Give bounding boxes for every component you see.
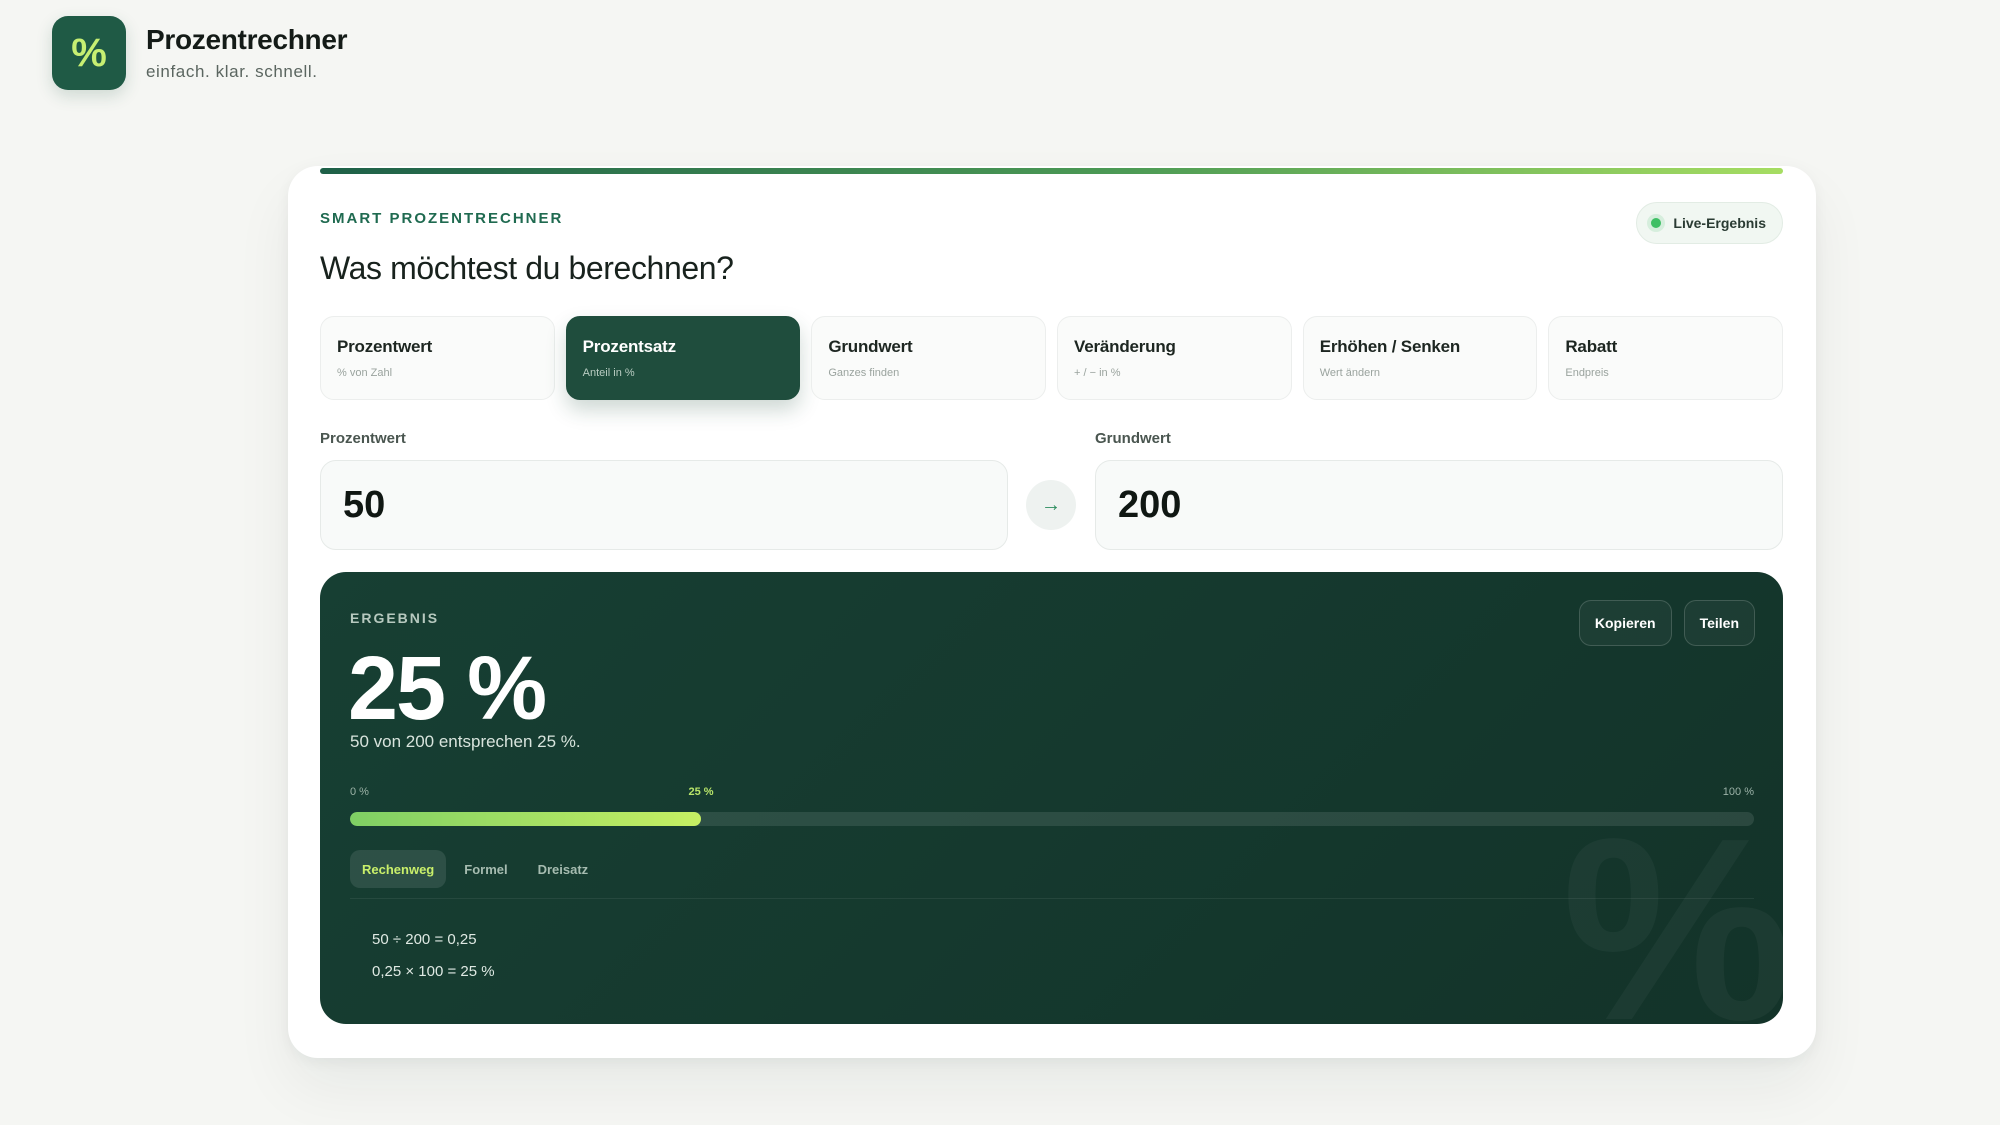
tab-rabatt[interactable]: Rabatt Endpreis xyxy=(1548,316,1784,400)
tab-prozentsatz[interactable]: Prozentsatz Anteil in % xyxy=(565,316,801,400)
app-header: % Prozentrechner einfach. klar. schnell. xyxy=(52,16,348,90)
tab-rechenweg[interactable]: Rechenweg xyxy=(350,850,447,888)
grundwert-input[interactable]: 200 xyxy=(1095,460,1783,550)
percent-logo-icon: % xyxy=(52,16,126,90)
calculation-steps: 50 ÷ 200 = 0,25 0,25 × 100 = 25 % xyxy=(372,924,495,988)
result-eyebrow: ERGEBNIS xyxy=(350,610,440,626)
card-heading: Was möchtest du berechnen? xyxy=(320,250,734,286)
app-title: Prozentrechner xyxy=(146,24,348,55)
calculation-step: 50 ÷ 200 = 0,25 xyxy=(372,931,477,948)
tab-prozentwert[interactable]: Prozentwert % von Zahl xyxy=(320,316,555,400)
tab-label: Prozentwert xyxy=(337,337,433,356)
scale-current-label: 25 % xyxy=(688,786,714,798)
accent-bar xyxy=(320,168,1783,174)
divider xyxy=(350,898,1754,899)
result-value: 25 % xyxy=(348,639,547,739)
live-dot-icon xyxy=(1651,218,1662,228)
live-result-badge: Live-Ergebnis xyxy=(1636,202,1783,244)
scale-end-label: 100 % xyxy=(1722,786,1754,798)
tab-veraenderung[interactable]: Veränderung + / − in % xyxy=(1057,316,1292,400)
tab-grundwert[interactable]: Grundwert Ganzes finden xyxy=(811,316,1047,400)
tab-sublabel: + / − in % xyxy=(1074,367,1121,379)
tab-label: Prozentsatz xyxy=(582,337,676,356)
progress-fill xyxy=(350,812,701,826)
tab-label: Rabatt xyxy=(1565,337,1618,356)
tab-label: Veränderung xyxy=(1074,337,1176,356)
tab-label: Grundwert xyxy=(828,337,913,356)
result-actions: Kopieren Teilen xyxy=(1578,600,1755,646)
scale-start-label: 0 % xyxy=(350,786,369,798)
app-subtitle: einfach. klar. schnell. xyxy=(146,62,318,81)
result-sentence: 50 von 200 entsprechen 25 %. xyxy=(350,732,581,751)
card-eyebrow: SMART PROZENTRECHNER xyxy=(320,210,564,227)
live-badge-label: Live-Ergebnis xyxy=(1673,215,1766,231)
explanation-tabs: Rechenweg Formel Dreisatz xyxy=(350,850,600,888)
copy-button[interactable]: Kopieren xyxy=(1578,600,1672,646)
tab-sublabel: Anteil in % xyxy=(582,367,635,379)
progress-track xyxy=(350,812,1754,826)
tab-erhoehen-senken[interactable]: Erhöhen / Senken Wert ändern xyxy=(1302,316,1538,400)
tab-label: Erhöhen / Senken xyxy=(1319,337,1461,356)
brand-text: Prozentrechner einfach. klar. schnell. xyxy=(146,24,348,82)
tab-sublabel: Ganzes finden xyxy=(828,367,900,379)
page: % Prozentrechner einfach. klar. schnell.… xyxy=(0,0,2000,1125)
tab-sublabel: % von Zahl xyxy=(337,367,393,379)
result-panel: % ERGEBNIS 25 % 50 von 200 entsprechen 2… xyxy=(320,572,1783,1024)
prozentwert-label: Prozentwert xyxy=(320,430,406,447)
share-button[interactable]: Teilen xyxy=(1683,600,1755,646)
arrow-right-icon[interactable]: → xyxy=(1026,480,1076,530)
tab-sublabel: Wert ändern xyxy=(1319,367,1381,379)
tab-sublabel: Endpreis xyxy=(1565,367,1609,379)
tab-formel[interactable]: Formel xyxy=(452,850,519,888)
calculation-step: 0,25 × 100 = 25 % xyxy=(372,963,495,980)
calculator-card: SMART PROZENTRECHNER Was möchtest du ber… xyxy=(288,166,1816,1058)
tab-dreisatz[interactable]: Dreisatz xyxy=(526,850,601,888)
mode-tabs: Prozentwert % von Zahl Prozentsatz Antei… xyxy=(320,316,1784,400)
prozentwert-input[interactable]: 50 xyxy=(320,460,1008,550)
grundwert-label: Grundwert xyxy=(1095,430,1171,447)
